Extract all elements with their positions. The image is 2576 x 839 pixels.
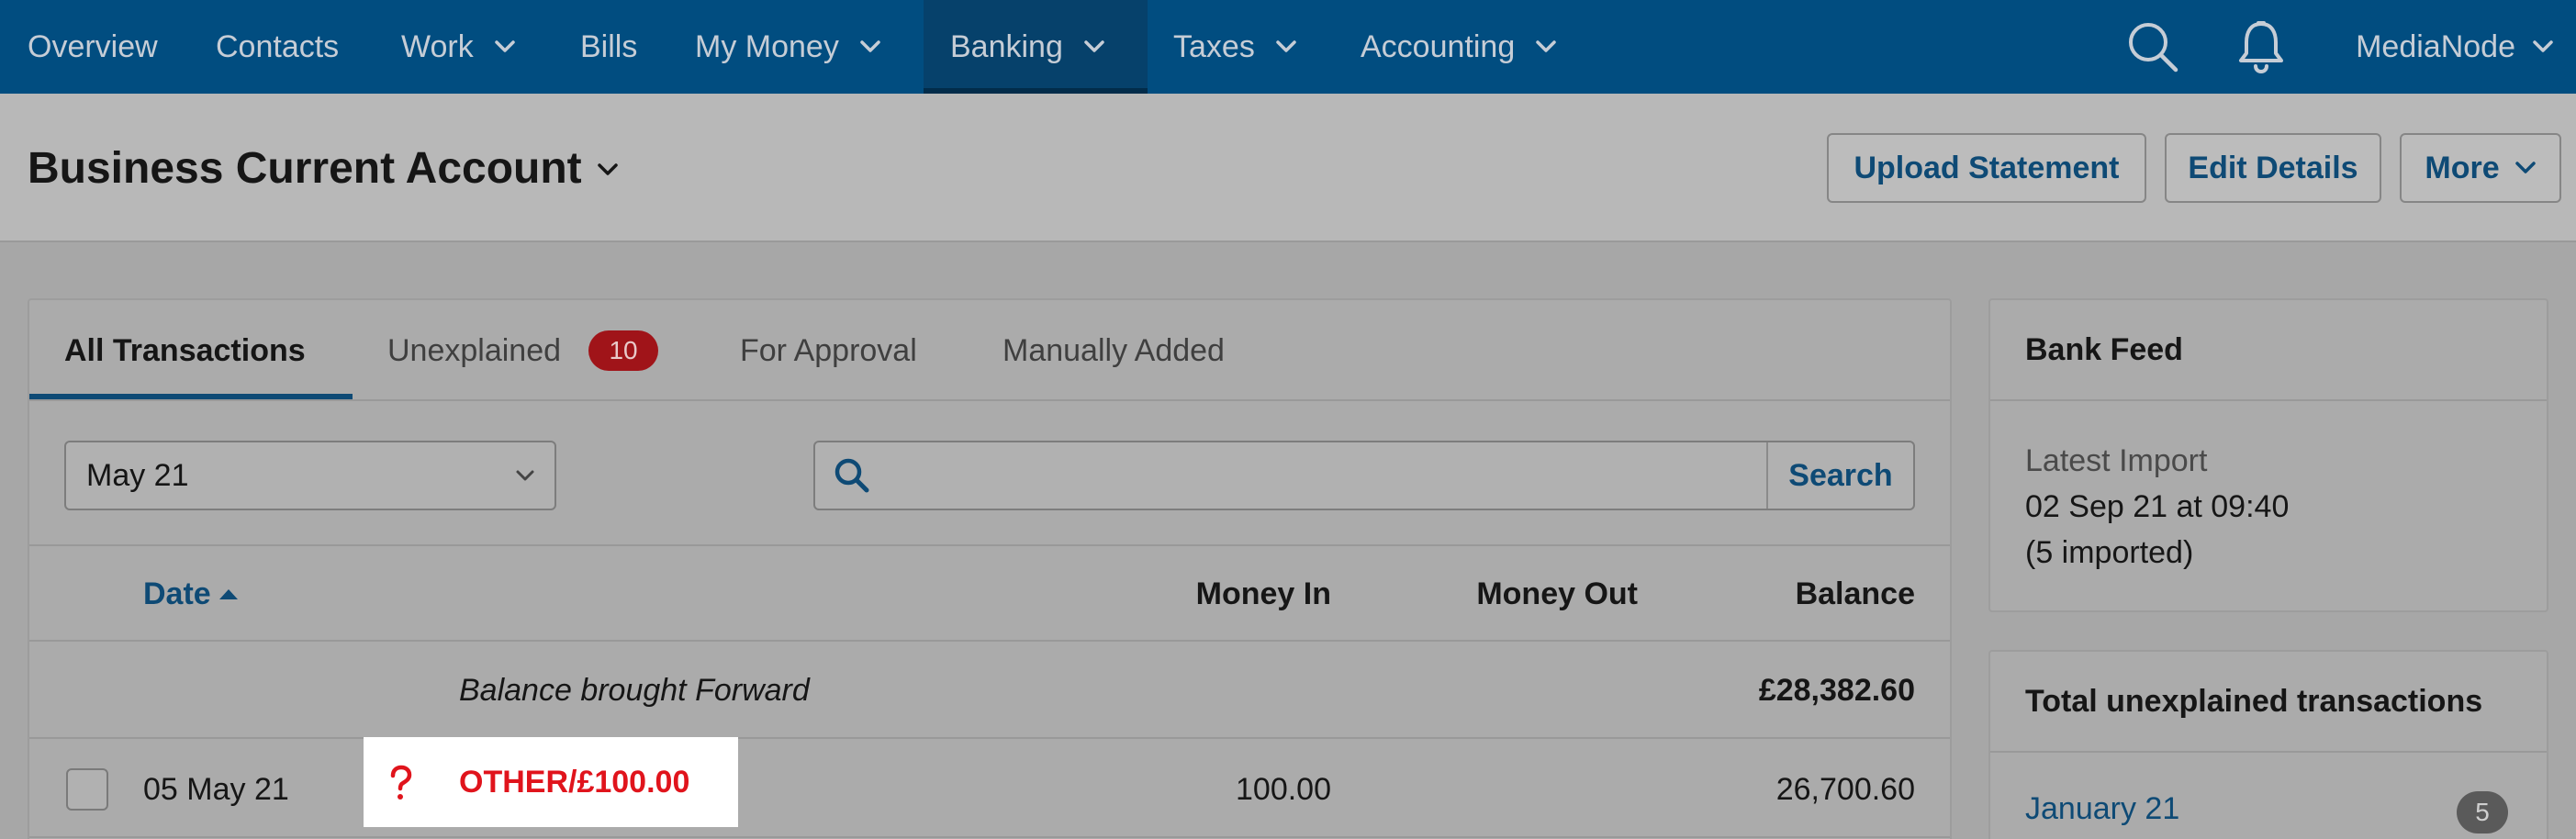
row-money-in: 100.00 bbox=[1236, 771, 1331, 807]
nav-item-label: Banking bbox=[950, 28, 1063, 64]
question-mark-icon bbox=[387, 765, 413, 801]
nav-item-label: Overview bbox=[28, 28, 158, 64]
account-selector[interactable]: Business Current Account bbox=[28, 94, 619, 242]
chevron-down-icon bbox=[2514, 161, 2537, 175]
chevron-down-icon bbox=[597, 162, 619, 177]
divider bbox=[1990, 399, 2547, 401]
nav-item-label: Bills bbox=[580, 28, 638, 64]
nav-item-contacts[interactable]: Contacts bbox=[216, 0, 339, 94]
tab-label: Manually Added bbox=[1002, 332, 1225, 368]
nav-item-label: My Money bbox=[695, 28, 839, 64]
button-label: Search bbox=[1788, 457, 1893, 493]
row-date: 05 May 21 bbox=[143, 771, 289, 807]
unexplained-month-link[interactable]: January 21 bbox=[2025, 791, 2179, 827]
nav-item-label: Accounting bbox=[1361, 28, 1516, 64]
upload-statement-button[interactable]: Upload Statement bbox=[1827, 133, 2146, 203]
nav-item-work[interactable]: Work bbox=[401, 0, 516, 94]
nav-item-label: Taxes bbox=[1173, 28, 1255, 64]
month-select-value: May 21 bbox=[86, 457, 189, 493]
unexplained-transactions-card: Total unexplained transactions January 2… bbox=[1988, 650, 2548, 839]
tab-label: For Approval bbox=[740, 332, 917, 368]
latest-import-time: 02 Sep 21 at 09:40 bbox=[2025, 489, 2290, 524]
column-label: Money Out bbox=[1476, 576, 1638, 611]
column-header-money-in: Money In bbox=[1039, 546, 1331, 642]
page-header: Business Current Account Upload Statemen… bbox=[0, 94, 2576, 242]
nav-item-my-money[interactable]: My Money bbox=[695, 0, 881, 94]
row-money-out bbox=[1346, 741, 1638, 838]
button-label: Edit Details bbox=[2188, 150, 2358, 185]
search-box: Search bbox=[813, 441, 1915, 510]
filter-row: May 21 Search bbox=[29, 401, 1950, 546]
top-navigation: Overview Contacts Work Bills My Money Ba… bbox=[0, 0, 2576, 94]
row-description: OTHER/£100.00 bbox=[459, 764, 690, 800]
tab-label: Unexplained bbox=[387, 332, 562, 368]
button-label: Upload Statement bbox=[1854, 150, 2120, 185]
latest-import-label: Latest Import bbox=[2025, 443, 2208, 478]
column-label: Money In bbox=[1195, 576, 1331, 611]
tab-unexplained[interactable]: Unexplained 10 bbox=[387, 300, 659, 401]
column-header-money-out: Money Out bbox=[1346, 546, 1638, 642]
sort-ascending-icon bbox=[218, 587, 239, 600]
nav-item-overview[interactable]: Overview bbox=[28, 0, 158, 94]
nav-item-label: Contacts bbox=[216, 28, 340, 64]
bell-icon[interactable] bbox=[2236, 0, 2286, 94]
search-button[interactable]: Search bbox=[1766, 442, 1913, 509]
table-row[interactable]: 05 May 21 OTHER/£100.00 100.00 26,700.60 bbox=[29, 737, 1950, 838]
card-title: Total unexplained transactions bbox=[2025, 683, 2483, 719]
nav-item-bills[interactable]: Bills bbox=[580, 0, 637, 94]
card-title: Bank Feed bbox=[2025, 331, 2183, 367]
row-checkbox[interactable] bbox=[66, 768, 108, 811]
transaction-tabs: All Transactions Unexplained 10 For Appr… bbox=[29, 300, 1950, 401]
active-tab-indicator bbox=[29, 394, 353, 399]
chevron-down-icon bbox=[2532, 39, 2554, 54]
chevron-down-icon bbox=[494, 39, 516, 54]
nav-item-taxes[interactable]: Taxes bbox=[1173, 0, 1297, 94]
search-icon bbox=[832, 455, 872, 496]
column-label: Date bbox=[143, 576, 211, 611]
divider bbox=[1990, 751, 2547, 753]
bank-feed-card: Bank Feed Latest Import 02 Sep 21 at 09:… bbox=[1988, 298, 2548, 612]
more-button[interactable]: More bbox=[2400, 133, 2561, 203]
brought-forward-balance: £28,382.60 bbox=[1758, 672, 1915, 708]
month-select[interactable]: May 21 bbox=[64, 441, 556, 510]
row-balance: 26,700.60 bbox=[1775, 771, 1915, 807]
chevron-down-icon bbox=[1275, 39, 1297, 54]
imported-count: (5 imported) bbox=[2025, 535, 2194, 570]
column-label: Balance bbox=[1795, 576, 1915, 611]
search-input[interactable] bbox=[889, 442, 1807, 509]
unexplained-count-badge: 10 bbox=[588, 330, 659, 371]
tab-for-approval[interactable]: For Approval bbox=[740, 300, 917, 401]
column-header-balance: Balance bbox=[1645, 546, 1915, 642]
chevron-down-icon bbox=[1083, 39, 1105, 54]
nav-item-label: Work bbox=[401, 28, 474, 64]
page-title: Business Current Account bbox=[28, 143, 582, 193]
balance-brought-forward-row: Balance brought Forward £28,382.60 bbox=[29, 642, 1950, 739]
unexplained-description[interactable]: OTHER/£100.00 bbox=[364, 737, 738, 827]
column-header-date[interactable]: Date bbox=[143, 546, 239, 642]
transactions-panel: All Transactions Unexplained 10 For Appr… bbox=[28, 298, 1952, 839]
chevron-down-icon bbox=[859, 39, 881, 54]
edit-details-button[interactable]: Edit Details bbox=[2165, 133, 2381, 203]
nav-item-banking[interactable]: Banking bbox=[924, 0, 1148, 94]
chevron-down-icon bbox=[1535, 39, 1557, 54]
account-menu[interactable]: MediaNode bbox=[2356, 0, 2554, 94]
search-icon[interactable] bbox=[2126, 0, 2179, 94]
tab-label: All Transactions bbox=[64, 332, 306, 368]
tab-all-transactions[interactable]: All Transactions bbox=[64, 300, 306, 401]
chevron-down-icon bbox=[514, 468, 536, 483]
brought-forward-label: Balance brought Forward bbox=[459, 672, 810, 708]
account-name: MediaNode bbox=[2356, 28, 2515, 64]
nav-item-accounting[interactable]: Accounting bbox=[1361, 0, 1557, 94]
tab-manually-added[interactable]: Manually Added bbox=[1002, 300, 1225, 401]
table-header: Date Money In Money Out Balance bbox=[29, 546, 1950, 642]
button-label: More bbox=[2425, 150, 2500, 185]
unexplained-month-count: 5 bbox=[2457, 791, 2508, 833]
